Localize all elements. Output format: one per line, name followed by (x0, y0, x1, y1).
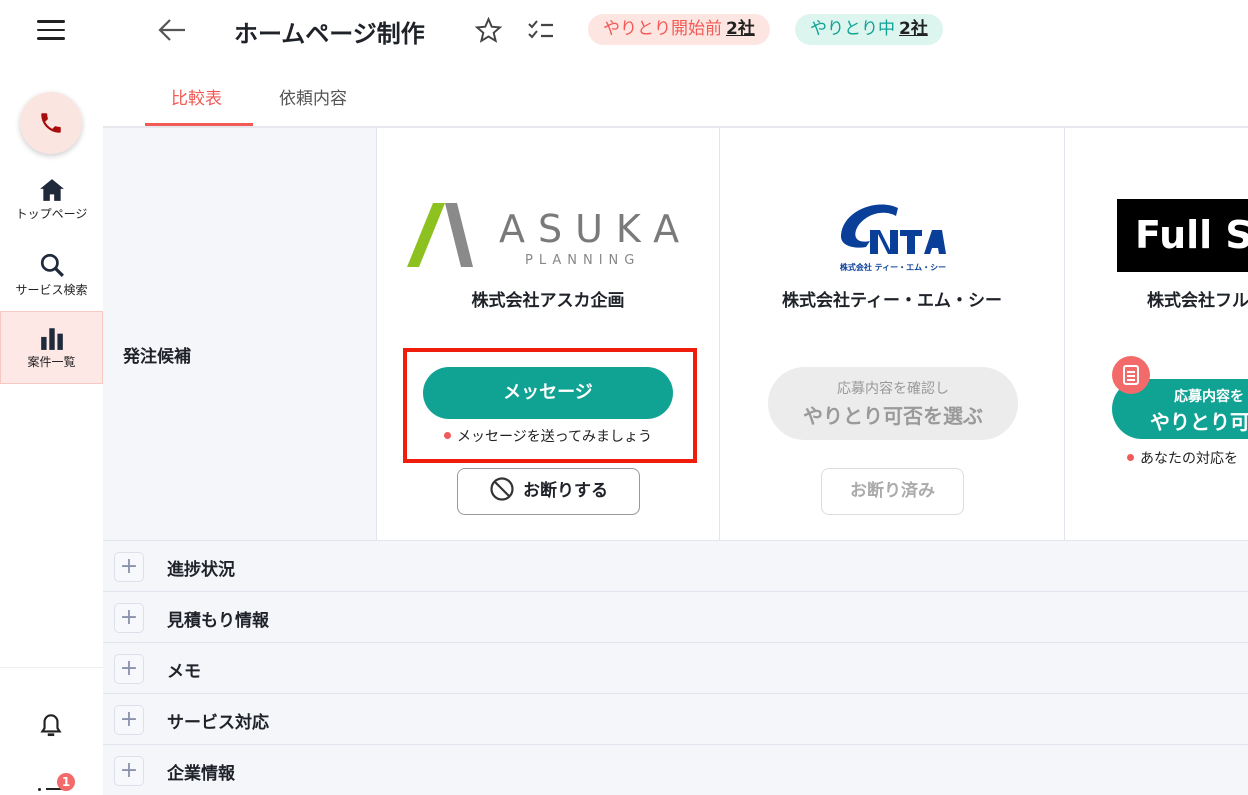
button-text: やりとり可否を選ぶ (803, 404, 983, 428)
decline-button[interactable]: お断りする (457, 468, 640, 515)
pill-label: やりとり中 (810, 19, 895, 39)
plus-icon[interactable]: + (114, 756, 144, 786)
company-logo: 株式会社 ティー・エム・シー (838, 200, 948, 274)
divider (0, 667, 103, 668)
status-pill-during[interactable]: やりとり中 2社 (795, 14, 943, 45)
clipboard-badge (1112, 356, 1150, 394)
tab-request[interactable]: 依頼内容 (279, 84, 347, 109)
plus-icon[interactable]: + (114, 705, 144, 735)
bar-chart-icon (40, 328, 63, 350)
button-text: やりとり可 (1150, 410, 1248, 434)
company-name[interactable]: 株式会社アスカ企画 (377, 286, 719, 311)
declined-button: お断り済み (821, 468, 964, 515)
hint-text: メッセージを送ってみましょう (377, 426, 719, 446)
sidebar-item-search[interactable]: サービス検索 (0, 252, 103, 302)
pill-count: 2社 (899, 19, 928, 39)
checklist-icon[interactable] (527, 19, 555, 41)
back-arrow-icon[interactable] (157, 17, 187, 43)
tab-bar: 比較表 依頼内容 (103, 60, 1248, 128)
hint-label: あなたの対応を (1140, 451, 1238, 467)
plus-icon[interactable]: + (114, 603, 144, 633)
company-name[interactable]: 株式会社ティー・エム・シー (720, 286, 1064, 311)
company-logo: ASUKA PLANNING (407, 203, 697, 273)
sidebar-item-top[interactable]: トップページ (0, 178, 103, 228)
header: ホームページ制作 やりとり開始前 2社 やりとり中 2社 (103, 0, 1248, 60)
logo-subtext: 株式会社 ティー・エム・シー (839, 263, 947, 272)
section-company-info[interactable]: + 企業情報 (103, 744, 1248, 795)
company-name[interactable]: 株式会社フル (1147, 286, 1248, 311)
bell-icon[interactable] (38, 711, 64, 739)
sidebar-item-label: トップページ (15, 207, 88, 221)
more-icon[interactable] (38, 788, 62, 791)
button-subtext: 応募内容を確認し (837, 381, 949, 397)
section-label: 見積もり情報 (167, 611, 269, 631)
company-logo: Full Sp (1117, 199, 1248, 272)
pill-label: やりとり開始前 (603, 19, 722, 39)
active-tab-indicator (145, 123, 253, 126)
pill-count: 2社 (726, 19, 755, 39)
status-pill-before[interactable]: やりとり開始前 2社 (588, 14, 770, 45)
logo-subtext: PLANNING (525, 253, 641, 268)
page-title: ホームページ制作 (234, 20, 425, 48)
section-progress[interactable]: + 進捗状況 (103, 540, 1248, 591)
section-label: 企業情報 (167, 764, 235, 784)
company-column: Full Sp 株式会社フル 応募内容を やりとり可 あなたの対応を (1065, 128, 1248, 540)
sidebar-item-label: 案件一覧 (27, 355, 76, 369)
hint-label: メッセージを送ってみましょう (456, 429, 653, 445)
notification-badge: 1 (57, 773, 75, 791)
search-icon (40, 253, 64, 277)
sidebar-item-label: サービス検索 (15, 283, 88, 297)
section-service[interactable]: + サービス対応 (103, 693, 1248, 744)
select-availability-button: 応募内容を確認し やりとり可否を選ぶ (768, 367, 1018, 440)
hint-text: あなたの対応を (1127, 448, 1248, 468)
logo-text: ASUKA (499, 207, 693, 251)
decline-label: お断りする (523, 481, 608, 501)
section-memo[interactable]: + メモ (103, 642, 1248, 693)
phone-icon (41, 113, 61, 133)
row-label: 発注候補 (123, 347, 191, 367)
sidebar: トップページ サービス検索 案件一覧 1 (0, 0, 103, 794)
home-icon (39, 179, 64, 201)
company-column: ASUKA PLANNING 株式会社アスカ企画 メッセージ メッセージを送って… (377, 128, 720, 540)
star-icon[interactable] (475, 17, 502, 43)
plus-icon[interactable]: + (114, 552, 144, 582)
sidebar-item-projects[interactable]: 案件一覧 (0, 311, 103, 384)
row-header: 発注候補 (103, 128, 377, 540)
company-column: 株式会社 ティー・エム・シー 株式会社ティー・エム・シー 応募内容を確認し やり… (720, 128, 1065, 540)
menu-icon[interactable] (37, 20, 65, 40)
button-subtext: 応募内容を (1174, 389, 1244, 405)
section-list: + 進捗状況 + 見積もり情報 + メモ + サービス対応 + 企業情報 (103, 540, 1248, 795)
section-label: サービス対応 (167, 713, 269, 733)
prohibited-icon (490, 477, 514, 501)
tab-comparison[interactable]: 比較表 (171, 84, 222, 109)
message-button[interactable]: メッセージ (423, 367, 673, 419)
section-label: メモ (167, 662, 201, 682)
clipboard-icon (1123, 365, 1139, 385)
section-label: 進捗状況 (167, 560, 235, 580)
section-estimate[interactable]: + 見積もり情報 (103, 591, 1248, 642)
plus-icon[interactable]: + (114, 654, 144, 684)
phone-button[interactable] (20, 92, 82, 154)
